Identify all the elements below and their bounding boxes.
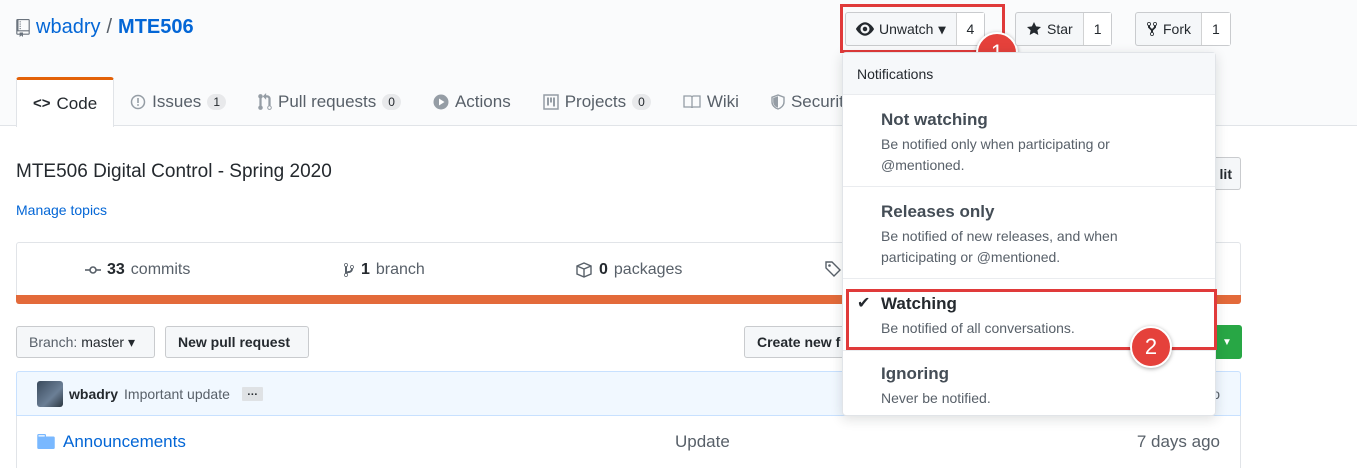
commit-message[interactable]: Important update [124, 386, 230, 402]
commits-label: commits [130, 261, 191, 278]
option-title: Ignoring [881, 364, 949, 383]
table-row: Announcements Update 7 days ago [16, 416, 1241, 468]
tab-wiki[interactable]: Wiki [667, 77, 755, 126]
option-title: Releases only [881, 202, 995, 221]
project-icon [542, 93, 559, 110]
branch-label: branch [375, 261, 425, 278]
commits-stat[interactable]: 33 commits [85, 261, 190, 279]
repo-separator: / [106, 16, 113, 38]
avatar[interactable] [37, 380, 63, 407]
code-icon: <> [33, 95, 51, 112]
shield-icon [771, 93, 785, 110]
fork-label: Fork [1163, 21, 1191, 37]
star-button[interactable]: Star [1016, 13, 1083, 45]
file-age: 7 days ago [1136, 432, 1220, 451]
repo-name-link[interactable]: MTE506 [118, 16, 194, 39]
issues-counter: 1 [207, 93, 226, 110]
pull-requests-counter: 0 [382, 93, 401, 110]
projects-counter: 0 [632, 93, 651, 110]
repo-description: MTE506 Digital Control - Spring 2020 [16, 161, 332, 182]
file-commit-message[interactable]: Update [675, 432, 730, 452]
option-description: Be notified of new releases, and when pa… [881, 228, 1118, 265]
packages-count: 0 [599, 261, 608, 278]
notifications-header: Notifications [843, 53, 1215, 95]
manage-topics-link[interactable]: Manage topics [16, 202, 107, 218]
repo-nav-tabs: <> Code Issues 1 Pull requests 0 Actions… [16, 77, 868, 127]
option-description: Never be notified. [881, 390, 991, 406]
tab-code-label: Code [56, 93, 98, 113]
notification-option-releases-only[interactable]: Releases only Be notified of new release… [843, 186, 1215, 278]
tab-code[interactable]: <> Code [16, 77, 115, 127]
file-name-link[interactable]: Announcements [63, 432, 186, 452]
notification-option-not-watching[interactable]: Not watching Be notified only when parti… [843, 94, 1215, 186]
branch-select-button[interactable]: Branch: master ▾ [16, 326, 155, 358]
star-label: Star [1047, 21, 1073, 37]
tag-stat[interactable] [825, 261, 841, 277]
tab-projects-label: Projects [564, 91, 627, 111]
option-description: Be notified only when participating or @… [881, 136, 1110, 173]
fork-button-group: Fork 1 [1135, 12, 1231, 46]
book-icon [683, 94, 701, 109]
tab-actions[interactable]: Actions [417, 77, 527, 126]
branch-stat[interactable]: 1 branch [343, 261, 425, 279]
repo-owner-link[interactable]: wbadry [36, 16, 100, 39]
commit-icon [85, 263, 101, 277]
repo-title: wbadry / MTE506 [16, 16, 194, 39]
expand-commit-button[interactable]: … [241, 386, 263, 401]
commits-count: 33 [107, 261, 125, 278]
star-icon [1026, 21, 1042, 37]
pull-request-icon [258, 92, 272, 111]
caret-down-icon: ▼ [1222, 336, 1232, 348]
tab-issues-label: Issues [152, 91, 202, 111]
branch-icon [343, 262, 355, 278]
fork-icon [1146, 21, 1158, 37]
create-new-file-button[interactable]: Create new f [744, 326, 854, 358]
repo-icon [16, 18, 30, 37]
tab-wiki-label: Wiki [706, 91, 739, 111]
annotation-marker-2: 2 [1130, 326, 1172, 368]
packages-label: packages [613, 261, 683, 278]
tab-projects[interactable]: Projects 0 [527, 77, 667, 126]
star-count[interactable]: 1 [1082, 13, 1112, 45]
caret-down-icon: ▾ [128, 333, 136, 350]
tab-pull-requests[interactable]: Pull requests 0 [242, 77, 417, 126]
star-button-group: Star 1 [1015, 12, 1113, 46]
tag-icon [825, 261, 841, 277]
packages-stat[interactable]: 0 packages [575, 261, 682, 279]
new-pull-request-button[interactable]: New pull request [165, 326, 309, 358]
tab-actions-label: Actions [454, 91, 511, 111]
branch-count: 1 [361, 261, 370, 278]
tab-pull-requests-label: Pull requests [278, 91, 377, 111]
option-title: Not watching [881, 110, 988, 129]
branch-name: master [81, 334, 125, 350]
branch-prefix: Branch: [29, 334, 78, 350]
tab-issues[interactable]: Issues 1 [114, 77, 242, 126]
fork-count[interactable]: 1 [1201, 13, 1230, 45]
fork-button[interactable]: Fork [1136, 13, 1201, 45]
folder-icon [37, 434, 55, 449]
commit-author[interactable]: wbadry [69, 386, 118, 402]
play-icon [433, 94, 449, 110]
package-icon [575, 262, 593, 278]
issue-icon [130, 94, 146, 110]
